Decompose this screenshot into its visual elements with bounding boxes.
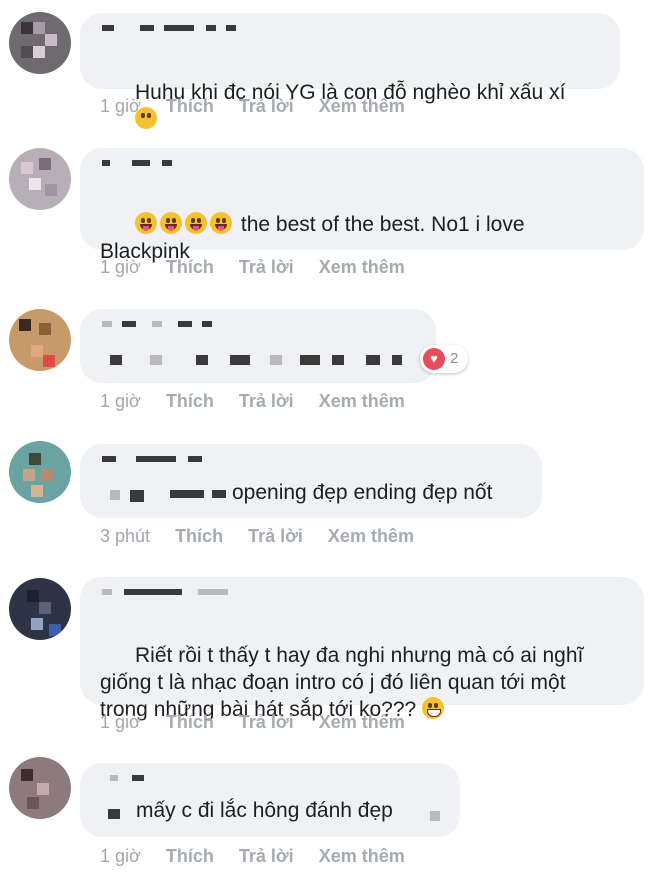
sweat-smile-icon xyxy=(422,697,445,719)
comment-5: Riết rồi t thấy t hay đa nghi nhưng mà c… xyxy=(0,570,660,745)
avatar[interactable] xyxy=(9,148,71,210)
comment-bubble: mấy c đi lắc hông đánh đẹp xyxy=(80,763,460,837)
see-more-button[interactable]: Xem thêm xyxy=(319,846,405,866)
comment-bubble: the best of the best. No1 i love Blackpi… xyxy=(80,148,644,263)
timestamp: 1 giờ xyxy=(100,96,141,116)
like-button[interactable]: Thích xyxy=(166,846,214,866)
reaction-badge[interactable]: ♥ 2 xyxy=(420,345,468,373)
comment-bubble xyxy=(80,309,436,383)
comment-bubble: Riết rồi t thấy t hay đa nghi nhưng mà c… xyxy=(80,577,644,721)
see-more-button[interactable]: Xem thêm xyxy=(319,96,405,116)
author-name[interactable] xyxy=(102,775,322,789)
reaction-count: 2 xyxy=(450,350,459,367)
like-button[interactable]: Thích xyxy=(166,96,214,116)
tongue-face-icon xyxy=(210,212,233,234)
avatar[interactable] xyxy=(9,12,71,74)
author-name[interactable] xyxy=(102,589,322,603)
like-button[interactable]: Thích xyxy=(166,257,214,277)
timestamp: 1 giờ xyxy=(100,391,141,411)
comment-4: opening đẹp ending đẹp nốt 3 phút Thích … xyxy=(0,435,660,565)
comment-actions: 1 giờ Thích Trả lời Xem thêm xyxy=(100,846,425,867)
redacted-text xyxy=(100,355,420,369)
reply-button[interactable]: Trả lời xyxy=(239,712,294,732)
redacted-prefix xyxy=(100,490,230,504)
comment-text: opening đẹp ending đẹp nốt xyxy=(232,481,493,504)
reply-button[interactable]: Trả lời xyxy=(239,96,294,116)
comment-text: mấy c đi lắc hông đánh đẹp xyxy=(136,799,393,822)
tongue-face-icon xyxy=(160,212,183,234)
author-name[interactable] xyxy=(102,25,322,39)
avatar[interactable] xyxy=(9,309,71,371)
comment-actions: 1 giờ Thích Trả lời Xem thêm xyxy=(100,712,425,733)
comment-6: mấy c đi lắc hông đánh đẹp 1 giờ Thích T… xyxy=(0,750,660,879)
comment-bubble: opening đẹp ending đẹp nốt xyxy=(80,444,542,518)
see-more-button[interactable]: Xem thêm xyxy=(319,257,405,277)
like-button[interactable]: Thích xyxy=(166,712,214,732)
like-button[interactable]: Thích xyxy=(175,526,223,546)
reply-button[interactable]: Trả lời xyxy=(239,257,294,277)
comment-3: ♥ 2 1 giờ Thích Trả lời Xem thêm xyxy=(0,300,660,430)
timestamp: 3 phút xyxy=(100,526,151,546)
comment-actions: 1 giờ Thích Trả lời Xem thêm xyxy=(100,257,425,278)
timestamp: 1 giờ xyxy=(100,846,141,866)
author-name[interactable] xyxy=(102,160,322,174)
avatar[interactable] xyxy=(9,578,71,640)
timestamp: 1 giờ xyxy=(100,257,141,277)
comment-bubble: Huhu khi đc nói YG là con đỗ nghèo khỉ x… xyxy=(80,13,620,129)
avatar[interactable] xyxy=(9,441,71,503)
redacted-suffix xyxy=(430,811,442,823)
redacted-prefix xyxy=(100,809,140,823)
comment-actions: 3 phút Thích Trả lời Xem thêm xyxy=(100,526,434,547)
comment-2: the best of the best. No1 i love Blackpi… xyxy=(0,140,660,290)
reply-button[interactable]: Trả lời xyxy=(239,846,294,866)
reply-button[interactable]: Trả lời xyxy=(239,391,294,411)
heart-icon: ♥ xyxy=(423,348,445,370)
see-more-button[interactable]: Xem thêm xyxy=(319,712,405,732)
author-name[interactable] xyxy=(102,321,322,335)
comment-actions: 1 giờ Thích Trả lời Xem thêm xyxy=(100,96,425,117)
tongue-face-icon xyxy=(135,212,158,234)
author-name[interactable] xyxy=(102,456,322,470)
timestamp: 1 giờ xyxy=(100,712,141,732)
comment-1: Huhu khi đc nói YG là con đỗ nghèo khỉ x… xyxy=(0,0,660,130)
avatar[interactable] xyxy=(9,757,71,819)
like-button[interactable]: Thích xyxy=(166,391,214,411)
reply-button[interactable]: Trả lời xyxy=(248,526,303,546)
comment-actions: 1 giờ Thích Trả lời Xem thêm xyxy=(100,391,425,412)
tongue-face-icon xyxy=(185,212,208,234)
see-more-button[interactable]: Xem thêm xyxy=(319,391,405,411)
see-more-button[interactable]: Xem thêm xyxy=(328,526,414,546)
